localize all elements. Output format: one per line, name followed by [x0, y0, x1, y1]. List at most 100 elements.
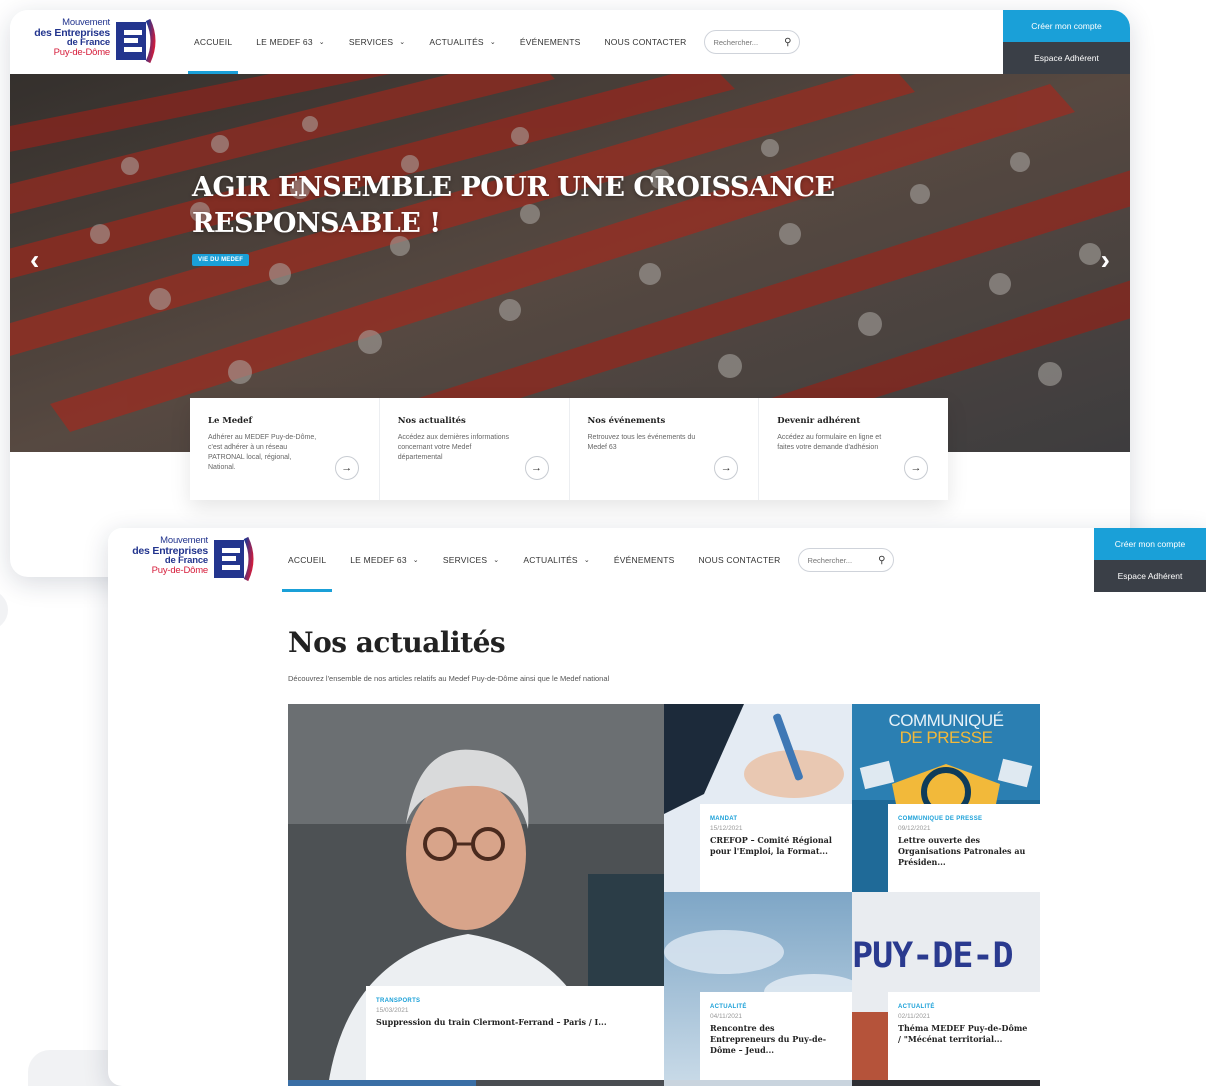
nav-label: ACCUEIL [288, 555, 327, 565]
nav-accueil[interactable]: ACCUEIL [182, 10, 244, 74]
puy-image-caption: PUY-DE-D [852, 938, 1014, 974]
article-date: 15/03/2021 [376, 1007, 409, 1014]
conference-audience-image [10, 74, 1130, 452]
create-account-button[interactable]: Créer mon compte [1003, 10, 1130, 42]
article-card[interactable]: PUY-DE-D ACTUALITÉ 02/11/2021 Théma MEDE… [852, 892, 1040, 1080]
member-space-button[interactable]: Espace Adhérent [1003, 42, 1130, 74]
tile-text: Accédez aux dernières informations conce… [397, 434, 510, 461]
tile-text: Adhérer au MEDEF Puy-de-Dôme, c'est adhé… [208, 434, 317, 471]
arrow-right-icon[interactable]: → [714, 456, 739, 480]
logo-text: Mouvement des Entreprises de France Puy-… [18, 18, 110, 58]
nav-accueil[interactable]: ACCUEIL [276, 528, 338, 592]
hero-category-tag[interactable]: VIE DU MEDEF [192, 254, 250, 266]
search-input[interactable] [713, 37, 776, 47]
article-title: Théma MEDEF Puy-de-Dôme / "Mécénat terri… [898, 1023, 1028, 1044]
article-title: Rencontre des Entrepreneurs du Puy-de-Dô… [710, 1023, 827, 1055]
site-header: Mouvement des Entreprises de France Puy-… [108, 528, 1206, 592]
logo-line: Puy-de-Dôme [151, 565, 209, 576]
tile-text: Accédez au formulaire en ligne et faites… [777, 434, 882, 451]
chevron-down-icon: ⌄ [318, 39, 325, 46]
medef-e-logo-icon [214, 536, 254, 582]
nav-nous-contacter[interactable]: NOUS CONTACTER [686, 528, 792, 592]
quick-links: Le Medef Adhérer au MEDEF Puy-de-Dôme, c… [190, 398, 948, 500]
create-account-button[interactable]: Créer mon compte [1094, 528, 1206, 560]
next-row-preview [852, 1080, 1040, 1086]
article-date: 02/11/2021 [898, 1013, 931, 1020]
article-category: MANDAT [710, 816, 738, 822]
nav-evenements[interactable]: ÉVÉNEMENTS [602, 528, 687, 592]
medef-logo[interactable]: Mouvement des Entreprises de France Puy-… [116, 534, 264, 586]
article-date: 09/12/2021 [898, 825, 931, 832]
nav-le-medef-63[interactable]: LE MEDEF 63 ⌄ [338, 528, 431, 592]
article-info: MANDAT 15/12/2021 CREFOP – Comité Région… [700, 804, 852, 892]
article-category: COMMUNIQUE DE PRESSE [898, 816, 983, 822]
article-card[interactable]: ACTUALITÉ 04/11/2021 Rencontre des Entre… [664, 892, 852, 1080]
search-icon[interactable]: ⚲ [878, 555, 885, 566]
article-date: 04/11/2021 [710, 1013, 743, 1020]
logo-line: Puy-de-Dôme [53, 47, 111, 58]
nav-nous-contacter[interactable]: NOUS CONTACTER [592, 10, 698, 74]
arrow-right-icon[interactable]: → [904, 456, 928, 480]
hero-title: AGIR ENSEMBLE POUR UNE CROISSANCE RESPON… [192, 172, 835, 239]
chevron-right-icon[interactable]: › [1101, 246, 1110, 274]
nav-label: LE MEDEF 63 [350, 555, 407, 565]
image-caption-line: DE PRESSE [899, 728, 993, 747]
arrow-right-icon[interactable]: → [334, 456, 359, 480]
news-page-screenshot: Mouvement des Entreprises de France Puy-… [108, 528, 1206, 1086]
logo-text: Mouvement des Entreprises de France Puy-… [116, 536, 208, 576]
article-card[interactable]: COMMUNIQUÉ DE PRESSE COMMUNIQUE DE PRESS… [852, 704, 1040, 892]
featured-article-card[interactable]: TRANSPORTS 15/03/2021 Suppression du tra… [288, 704, 664, 1086]
article-title: CREFOP – Comité Régional pour l'Emploi, … [710, 835, 832, 856]
quick-link-le-medef[interactable]: Le Medef Adhérer au MEDEF Puy-de-Dôme, c… [190, 398, 380, 500]
quick-link-nos-evenements[interactable]: Nos événements Retrouvez tous les événem… [570, 398, 760, 500]
member-space-button[interactable]: Espace Adhérent [1094, 560, 1206, 592]
search-input[interactable] [807, 555, 870, 565]
search-box: ⚲ [704, 30, 801, 54]
bg-shape [0, 590, 8, 630]
site-header: Mouvement des Entreprises de France Puy-… [10, 10, 1130, 74]
search-icon[interactable]: ⚲ [784, 37, 791, 48]
chevron-down-icon: ⌄ [583, 557, 590, 564]
nav-services[interactable]: SERVICES ⌄ [431, 528, 512, 592]
chevron-down-icon: ⌄ [412, 557, 419, 564]
nav-label: SERVICES [348, 37, 394, 47]
chevron-left-icon[interactable]: ‹ [30, 246, 39, 274]
nav-services[interactable]: SERVICES ⌄ [337, 10, 418, 74]
quick-link-nos-actualites[interactable]: Nos actualités Accédez aux dernières inf… [380, 398, 570, 500]
nav-actualites[interactable]: ACTUALITÉS ⌄ [417, 10, 508, 74]
news-grid: TRANSPORTS 15/03/2021 Suppression du tra… [288, 704, 1040, 1086]
nav-label: ACCUEIL [194, 37, 233, 47]
nav-le-medef-63[interactable]: LE MEDEF 63 ⌄ [244, 10, 337, 74]
nav-evenements[interactable]: ÉVÉNEMENTS [508, 10, 593, 74]
nav-label: NOUS CONTACTER [698, 555, 781, 565]
article-card[interactable]: MANDAT 15/12/2021 CREFOP – Comité Région… [664, 704, 852, 892]
hero-slider: AGIR ENSEMBLE POUR UNE CROISSANCE RESPON… [10, 74, 1130, 452]
quick-link-devenir-adherent[interactable]: Devenir adhérent Accédez au formulaire e… [759, 398, 948, 500]
article-info: ACTUALITÉ 04/11/2021 Rencontre des Entre… [700, 992, 852, 1080]
article-title: Suppression du train Clermont-Ferrand – … [376, 1017, 607, 1027]
medef-logo[interactable]: Mouvement des Entreprises de France Puy-… [18, 16, 166, 68]
nav-label: LE MEDEF 63 [256, 37, 313, 47]
account-buttons: Créer mon compte Espace Adhérent [1003, 10, 1130, 74]
nav-label: NOUS CONTACTER [604, 37, 687, 47]
main-nav: ACCUEIL LE MEDEF 63 ⌄ SERVICES ⌄ ACTUALITÉ… [276, 528, 895, 592]
section-title: Nos actualités [288, 626, 506, 659]
article-title: Lettre ouverte des Organisations Patrona… [898, 835, 1026, 867]
nav-actualites[interactable]: ACTUALITÉS ⌄ [511, 528, 602, 592]
article-info: COMMUNIQUE DE PRESSE 09/12/2021 Lettre o… [888, 804, 1040, 892]
arrow-right-icon[interactable]: → [524, 456, 549, 480]
image-caption-line: COMMUNIQUÉ [888, 711, 1004, 730]
next-row-preview [664, 1080, 852, 1086]
main-nav: ACCUEIL LE MEDEF 63 ⌄ SERVICES ⌄ ACTUALITÉ… [182, 10, 801, 74]
press-image-caption: COMMUNIQUÉ DE PRESSE [852, 712, 1040, 746]
page: Mouvement des Entreprises de France Puy-… [0, 0, 1206, 1086]
chevron-down-icon: ⌄ [493, 557, 500, 564]
chevron-down-icon: ⌄ [399, 39, 406, 46]
account-buttons: Créer mon compte Espace Adhérent [1094, 528, 1206, 592]
search-box: ⚲ [798, 548, 895, 572]
chevron-down-icon: ⌄ [489, 39, 496, 46]
nav-label: ÉVÉNEMENTS [519, 37, 581, 47]
tile-text: Retrouvez tous les événements du Medef 6… [587, 434, 696, 451]
tile-title: Nos événements [587, 416, 666, 426]
nav-label: ACTUALITÉS [429, 37, 484, 47]
